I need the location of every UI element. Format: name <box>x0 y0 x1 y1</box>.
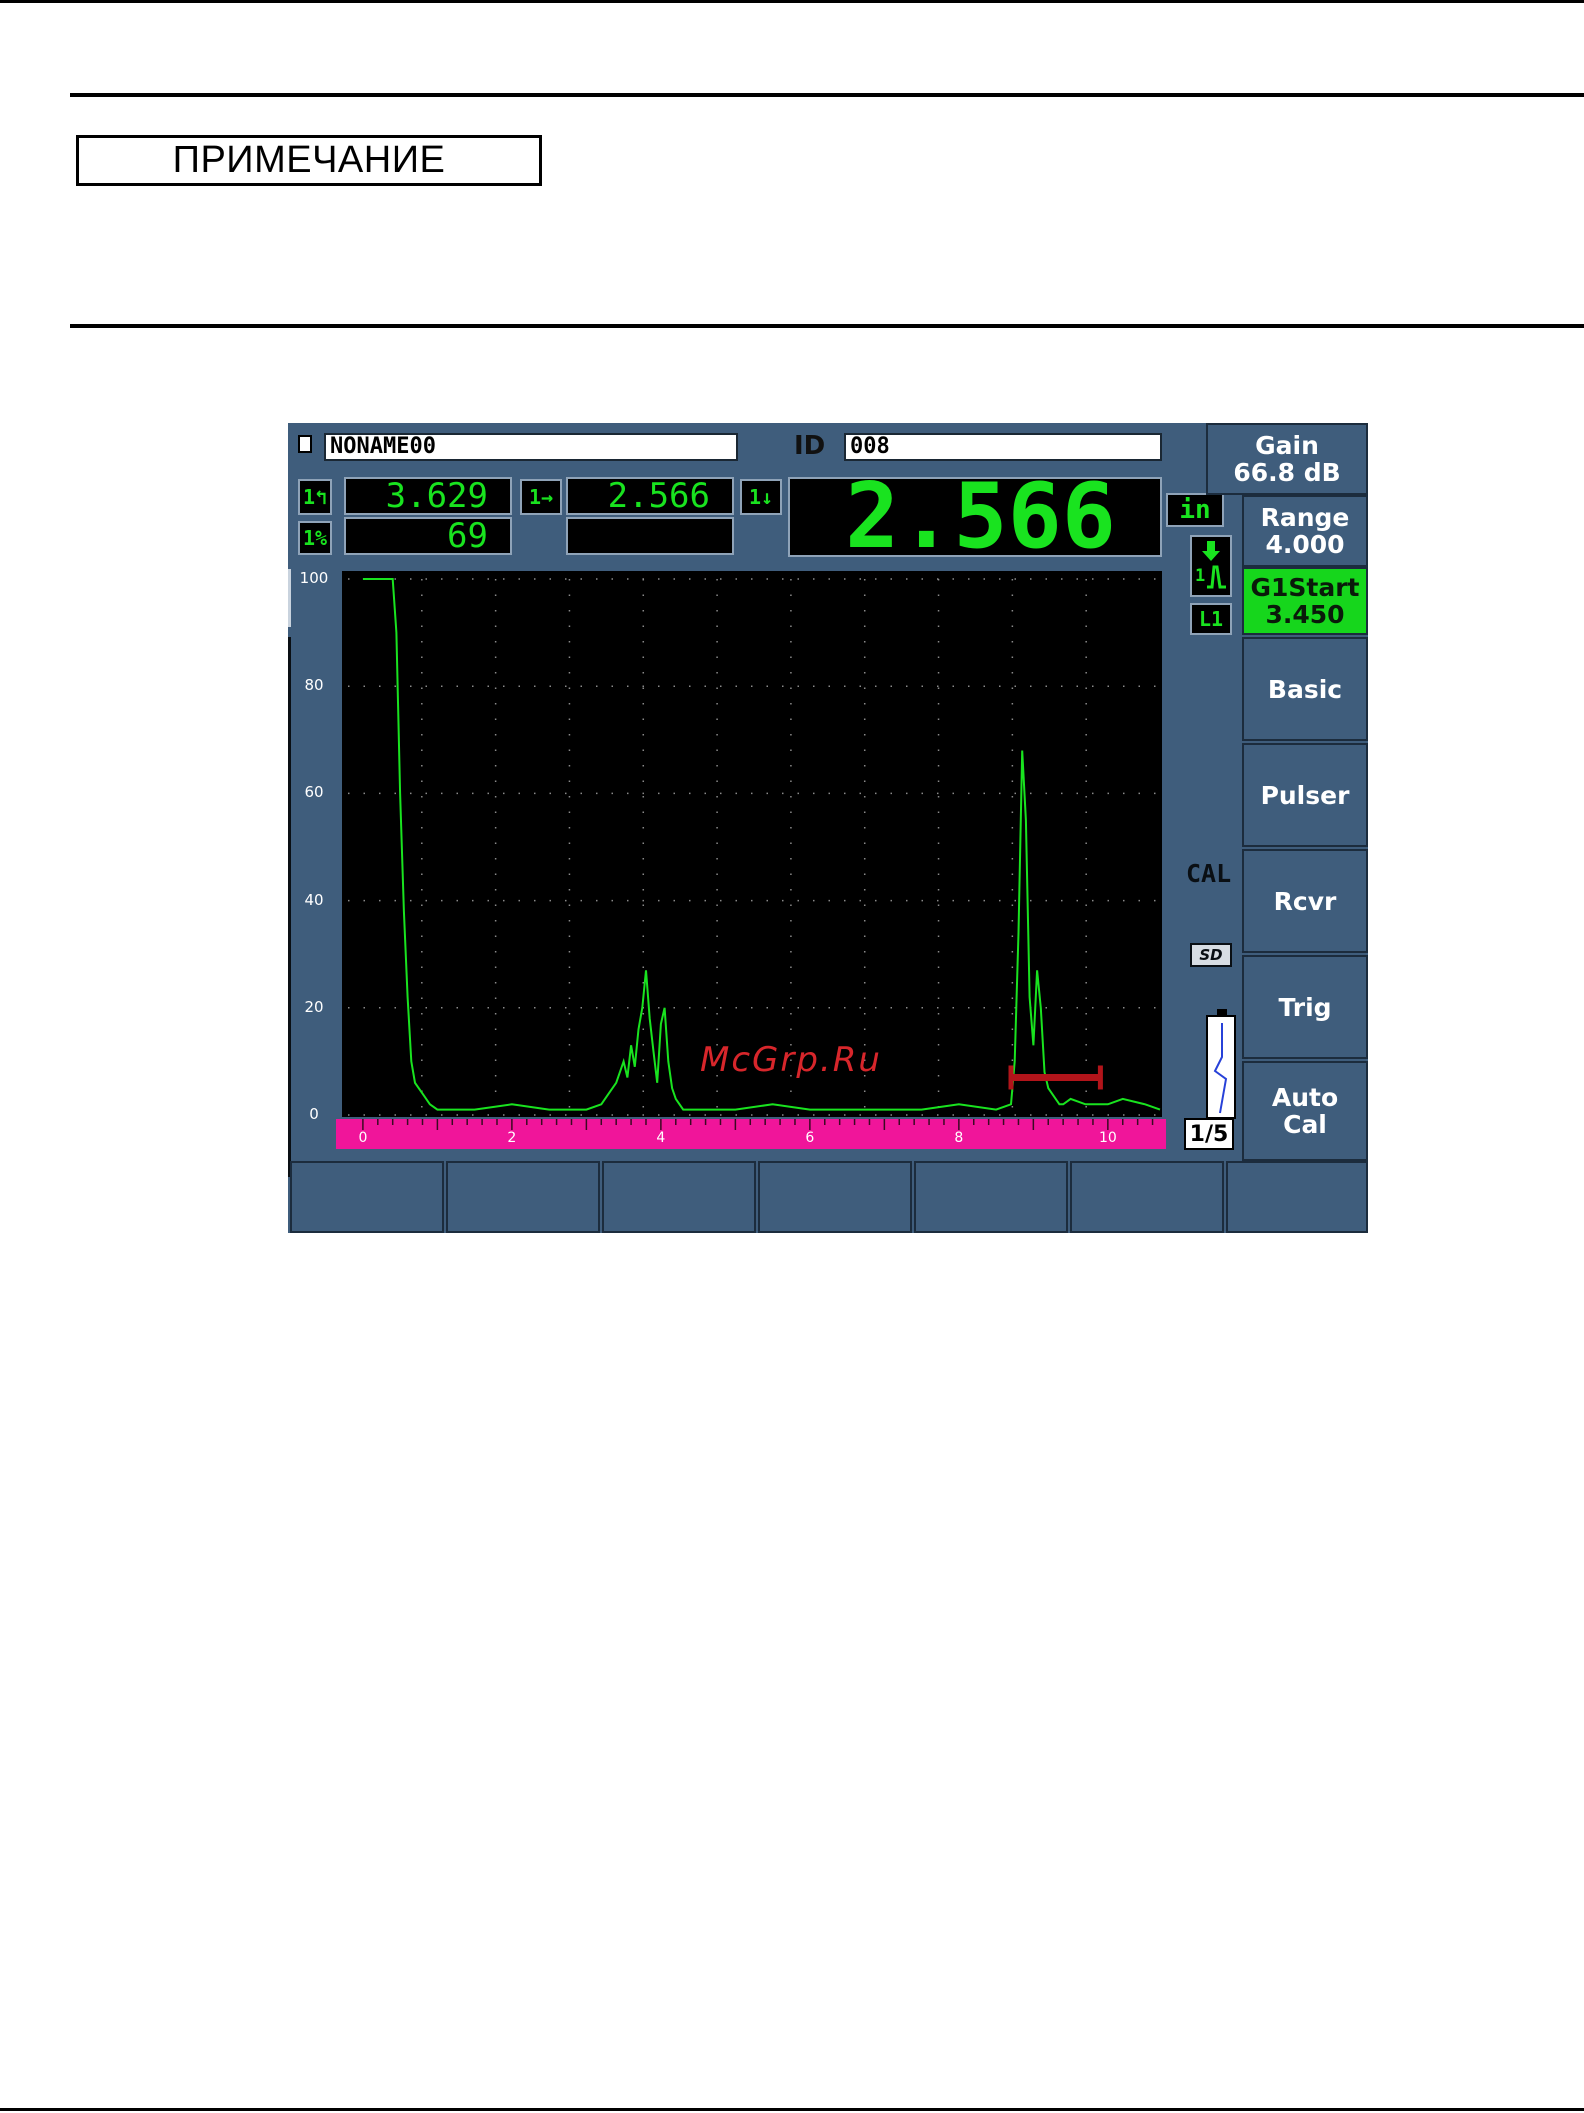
note-label: ПРИМЕЧАНИЕ <box>76 135 542 186</box>
l1-indicator: L1 <box>1190 603 1232 635</box>
y-axis-labels: 100 80 60 40 20 0 <box>288 567 340 1155</box>
range-button[interactable]: Range 4.000 <box>1242 495 1368 567</box>
file-name-field[interactable]: NONAME00 <box>324 433 738 461</box>
bottom-button-row <box>288 1161 1368 1233</box>
range-value: 4.000 <box>1265 530 1345 559</box>
auto-cal-label-2: Cal <box>1283 1110 1327 1139</box>
gain-button[interactable]: Gain 66.8 dB <box>1206 423 1368 495</box>
gate-alarm-icon: 1 <box>1190 535 1232 597</box>
trend-graph <box>1206 1015 1236 1119</box>
trig-label: Trig <box>1278 992 1332 1022</box>
bottom-button-4[interactable] <box>758 1161 912 1233</box>
bottom-button-3[interactable] <box>602 1161 756 1233</box>
x-tick-label: 4 <box>656 1130 665 1146</box>
sound-path-value: 2.566 <box>566 477 734 515</box>
bottom-button-7[interactable] <box>1226 1161 1368 1233</box>
left-edge-marker <box>288 569 291 627</box>
unit-indicator: in <box>1166 493 1224 527</box>
pulser-label: Pulser <box>1260 780 1350 810</box>
x-tick-label: 8 <box>954 1130 963 1146</box>
peak-depth-value: 3.629 <box>344 477 512 515</box>
flaw-detector-screen: NONAME00 ID 008 1↰ 3.629 1% 69 1→ 2.566 … <box>288 423 1368 1233</box>
left-edge-dark <box>288 637 291 1177</box>
range-label: Range <box>1260 503 1350 532</box>
bottom-button-6[interactable] <box>1070 1161 1224 1233</box>
x-tick-label: 0 <box>358 1130 367 1146</box>
y-tick-label: 80 <box>304 676 324 695</box>
x-tick-label: 2 <box>507 1130 516 1146</box>
note-bottom-rule <box>70 324 1584 328</box>
bottom-button-1[interactable] <box>290 1161 444 1233</box>
main-reading-value: 2.566 <box>788 472 1162 562</box>
watermark: McGrp.Ru <box>700 1040 882 1080</box>
trig-button[interactable]: Trig <box>1242 955 1368 1059</box>
y-tick-label: 40 <box>304 890 324 909</box>
y-tick-label: 100 <box>299 569 329 587</box>
id-field[interactable]: 008 <box>844 433 1162 461</box>
sd-card-icon: SD <box>1190 943 1232 967</box>
sound-path-icon: 1→ <box>520 479 562 515</box>
rcvr-label: Rcvr <box>1273 886 1337 916</box>
chart-background <box>342 571 1162 1117</box>
gain-label: Gain <box>1255 431 1319 460</box>
auto-cal-button[interactable]: Auto Cal <box>1242 1061 1368 1161</box>
g1start-value: 3.450 <box>1265 600 1345 629</box>
id-label: ID <box>794 431 826 461</box>
x-tick-label: 10 <box>1099 1130 1117 1146</box>
basic-label: Basic <box>1267 674 1343 704</box>
page-top-rule <box>0 0 1584 3</box>
rcvr-button[interactable]: Rcvr <box>1242 849 1368 953</box>
basic-button[interactable]: Basic <box>1242 637 1368 741</box>
page-bottom-rule <box>0 2108 1584 2111</box>
peak-depth-icon: 1↰ <box>298 479 332 515</box>
y-tick-label: 60 <box>304 783 324 802</box>
auto-cal-label-1: Auto <box>1271 1083 1339 1112</box>
y-tick-label: 20 <box>304 997 324 1016</box>
gain-value: 66.8 dB <box>1233 458 1341 487</box>
cal-indicator: CAL <box>1186 859 1232 888</box>
bottom-button-2[interactable] <box>446 1161 600 1233</box>
y-tick-label: 0 <box>309 1105 319 1123</box>
x-tick-label: 6 <box>805 1130 814 1146</box>
bottom-button-5[interactable] <box>914 1161 1068 1233</box>
svg-text:1: 1 <box>1195 566 1205 586</box>
amplitude-icon: 1% <box>298 521 332 555</box>
g1start-label: G1Start <box>1250 573 1360 602</box>
empty-reading-box <box>566 517 734 555</box>
depth-icon: 1↓ <box>740 479 782 515</box>
amplitude-value: 69 <box>344 517 512 555</box>
pulser-button[interactable]: Pulser <box>1242 743 1368 847</box>
g1start-button[interactable]: G1Start 3.450 <box>1242 567 1368 635</box>
file-icon <box>298 435 312 453</box>
page-indicator[interactable]: 1/5 <box>1184 1118 1234 1150</box>
note-top-rule <box>70 93 1584 97</box>
